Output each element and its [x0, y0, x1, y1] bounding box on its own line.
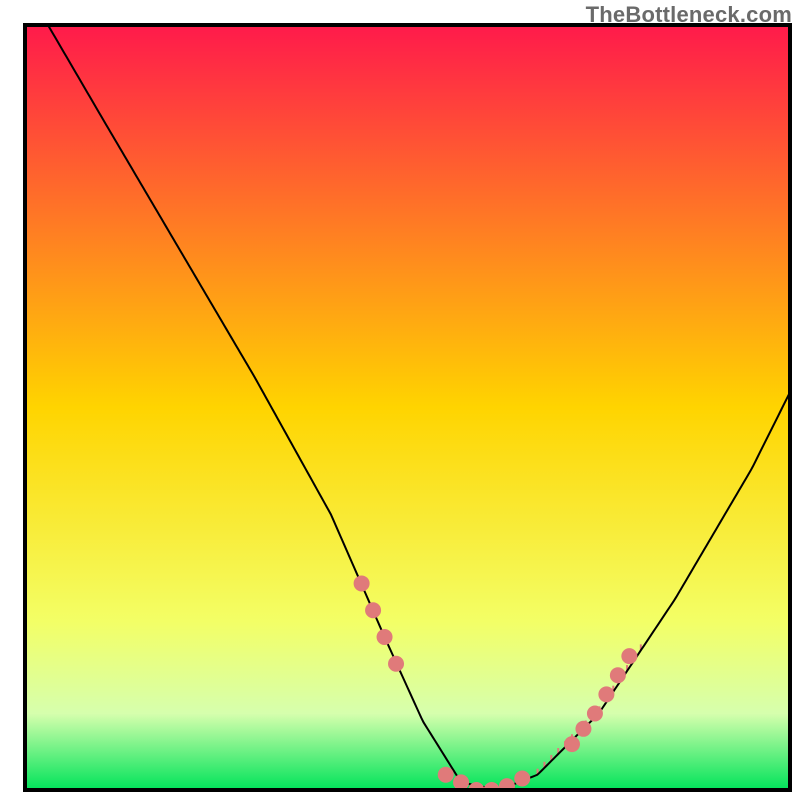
highlight-marker — [377, 629, 393, 645]
highlight-marker — [438, 767, 454, 783]
highlight-marker — [575, 721, 591, 737]
highlight-marker — [587, 706, 603, 722]
bottleneck-curve-chart — [0, 0, 800, 800]
highlight-marker — [453, 774, 469, 790]
highlight-marker — [354, 575, 370, 591]
highlight-marker — [598, 686, 614, 702]
highlight-marker — [514, 771, 530, 787]
highlight-marker — [564, 736, 580, 752]
highlight-marker — [388, 656, 404, 672]
chart-container: TheBottleneck.com — [0, 0, 800, 800]
highlight-marker — [610, 667, 626, 683]
plot-background — [25, 25, 790, 790]
highlight-marker — [365, 602, 381, 618]
watermark-text: TheBottleneck.com — [586, 2, 792, 28]
highlight-marker — [621, 648, 637, 664]
